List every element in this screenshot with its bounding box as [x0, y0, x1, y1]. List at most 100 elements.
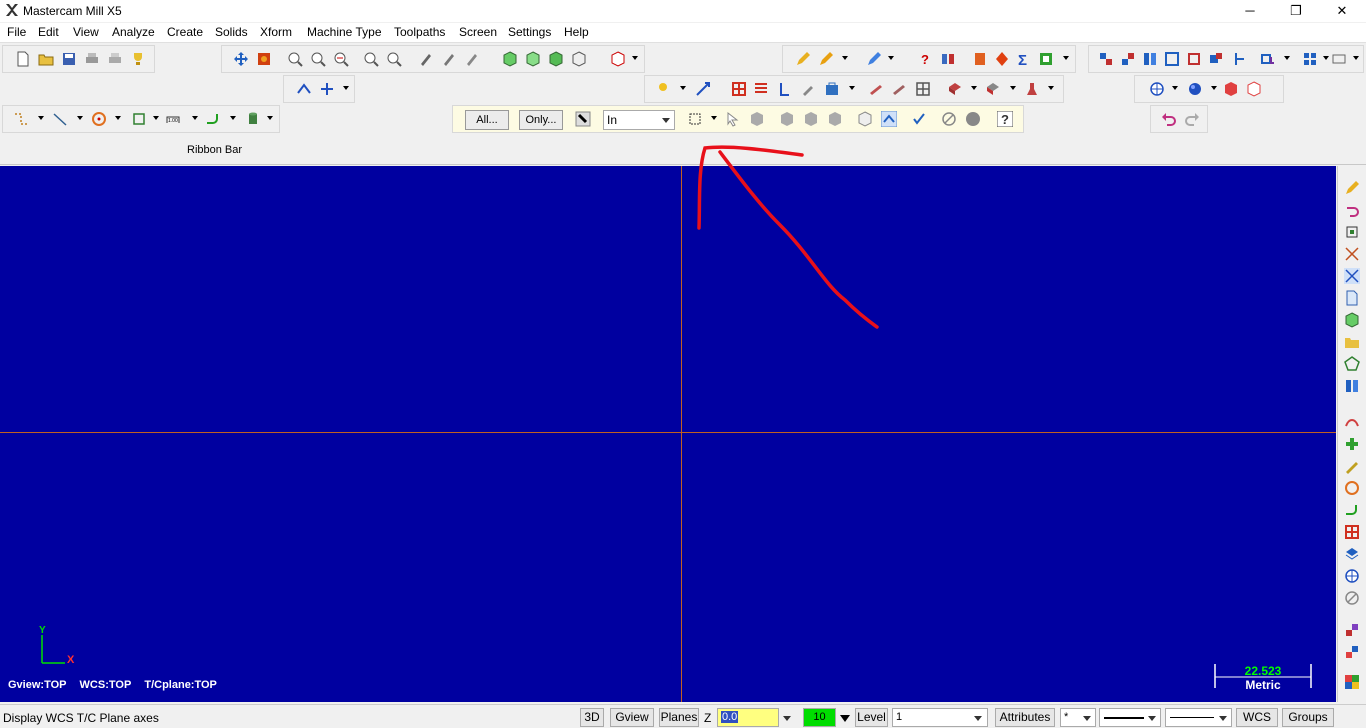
chevron-down-icon[interactable]	[115, 116, 121, 120]
fillet-icon[interactable]	[1344, 502, 1360, 518]
chevron-down-icon[interactable]	[888, 56, 894, 60]
translate-icon[interactable]	[1098, 51, 1114, 67]
menu-file[interactable]: File	[7, 25, 26, 39]
pencil-icon[interactable]	[1344, 180, 1360, 196]
planes-button[interactable]: Planes	[659, 708, 699, 727]
menu-help[interactable]: Help	[564, 25, 589, 39]
light-sort-icon[interactable]	[655, 81, 671, 97]
dynamic-rotate-icon[interactable]	[441, 51, 457, 67]
arc-icon[interactable]	[1344, 480, 1360, 496]
zoom-out-icon[interactable]	[333, 51, 349, 67]
chevron-down-icon[interactable]	[1048, 86, 1054, 90]
shaded-cube-icon[interactable]	[548, 51, 564, 67]
menu-screen[interactable]: Screen	[459, 25, 497, 39]
box-select-icon[interactable]	[687, 111, 703, 127]
chevron-down-icon[interactable]	[680, 86, 686, 90]
multicolor-grid-icon[interactable]	[1344, 674, 1360, 690]
line-icon[interactable]	[52, 111, 68, 127]
new-file-icon[interactable]	[15, 51, 31, 67]
chevron-down-icon[interactable]	[38, 116, 44, 120]
mask-selection-icon[interactable]	[575, 111, 591, 127]
pentagon-icon[interactable]	[1344, 356, 1360, 372]
globe-icon[interactable]	[1344, 568, 1360, 584]
green-cube-icon[interactable]	[1344, 312, 1360, 328]
print-icon[interactable]	[84, 51, 100, 67]
chevron-down-icon[interactable]	[1211, 86, 1217, 90]
color-palette-icon[interactable]	[1344, 622, 1360, 638]
help-question-icon[interactable]: ?	[918, 51, 934, 67]
chevron-down-icon[interactable]	[1063, 56, 1069, 60]
groups-button[interactable]: Groups	[1282, 708, 1334, 727]
select-only-button[interactable]: Only...	[519, 110, 563, 130]
cursor-icon[interactable]	[725, 111, 741, 127]
hidden-line-cube-icon[interactable]	[525, 51, 541, 67]
3d-button[interactable]: 3D	[580, 708, 604, 727]
globe-icon[interactable]	[1149, 81, 1165, 97]
roll-icon[interactable]	[1232, 51, 1248, 67]
smart-select-icon[interactable]	[881, 111, 897, 127]
crosshair-icon[interactable]	[319, 81, 335, 97]
sphere-icon[interactable]	[1187, 81, 1203, 97]
chevron-down-icon[interactable]	[343, 86, 349, 90]
color-field[interactable]: 10	[803, 708, 836, 727]
chevron-down-icon[interactable]	[77, 116, 83, 120]
attributes-button[interactable]: Attributes	[995, 708, 1055, 727]
stock-icon[interactable]	[947, 81, 963, 97]
delete-pencil-icon[interactable]	[866, 51, 882, 67]
area-icon[interactable]	[994, 51, 1010, 67]
maximize-button[interactable]: ❐	[1273, 0, 1319, 22]
line-style-select[interactable]	[1099, 708, 1161, 727]
wireframe-cube-icon[interactable]	[502, 51, 518, 67]
trim-active-icon[interactable]	[1344, 268, 1360, 284]
scale-icon[interactable]	[1164, 51, 1180, 67]
solid-face-icon[interactable]	[749, 111, 765, 127]
menu-settings[interactable]: Settings	[508, 25, 551, 39]
solid-body-icon[interactable]	[803, 111, 819, 127]
menu-create[interactable]: Create	[167, 25, 203, 39]
chevron-down-icon[interactable]	[849, 86, 855, 90]
stretch-icon[interactable]	[1260, 51, 1276, 67]
mirror-icon[interactable]	[1142, 51, 1158, 67]
menu-analyze[interactable]: Analyze	[112, 25, 155, 39]
chevron-down-icon[interactable]	[632, 56, 638, 60]
expand-icon[interactable]	[695, 81, 711, 97]
graphics-viewport[interactable]: Y X Gview:TOP WCS:TOP T/Cplane:TOP 22.52…	[0, 166, 1336, 702]
close-button[interactable]: ✕	[1319, 0, 1365, 22]
chevron-down-icon[interactable]	[842, 56, 848, 60]
color-pick-icon[interactable]	[1344, 644, 1360, 660]
dimension-icon[interactable]: 1.00	[165, 111, 181, 127]
analyze-green-icon[interactable]	[1038, 51, 1054, 67]
zoom-target-icon[interactable]	[310, 51, 326, 67]
new-file-icon[interactable]	[1344, 290, 1360, 306]
chevron-down-icon[interactable]	[230, 116, 236, 120]
rectangle-icon[interactable]	[131, 111, 147, 127]
menu-xform[interactable]: Xform	[260, 25, 292, 39]
toolbox-icon[interactable]	[824, 81, 840, 97]
end-selection-icon[interactable]	[965, 111, 981, 127]
verify-select-icon[interactable]	[857, 111, 873, 127]
gview-button[interactable]: Gview	[610, 708, 654, 727]
help-icon[interactable]: ?	[997, 111, 1013, 127]
chevron-down-icon[interactable]	[971, 86, 977, 90]
grid-icon[interactable]	[1302, 51, 1318, 67]
surface-icon[interactable]	[1344, 414, 1360, 430]
grid-plane-icon[interactable]	[1344, 524, 1360, 540]
chevron-down-icon[interactable]	[153, 116, 159, 120]
wcs-button[interactable]: WCS	[1236, 708, 1278, 727]
redo-icon[interactable]	[1184, 111, 1200, 127]
pan-icon[interactable]	[233, 51, 249, 67]
unselect-icon[interactable]	[1344, 590, 1360, 606]
rotate-view-icon[interactable]	[418, 51, 434, 67]
post-icon[interactable]	[1024, 81, 1040, 97]
rotate-icon[interactable]	[1120, 51, 1136, 67]
multi-pencil-icon[interactable]	[818, 51, 834, 67]
grid-plane-icon[interactable]	[731, 81, 747, 97]
fit-screen-icon[interactable]	[256, 51, 272, 67]
shovel-icon[interactable]	[800, 81, 816, 97]
layers-icon[interactable]	[1344, 546, 1360, 562]
chevron-down-icon[interactable]	[1323, 56, 1329, 60]
undo-icon[interactable]	[1344, 202, 1360, 218]
verify-icon[interactable]	[891, 81, 907, 97]
backplot-icon[interactable]	[985, 81, 1001, 97]
undo-icon[interactable]	[1161, 111, 1177, 127]
